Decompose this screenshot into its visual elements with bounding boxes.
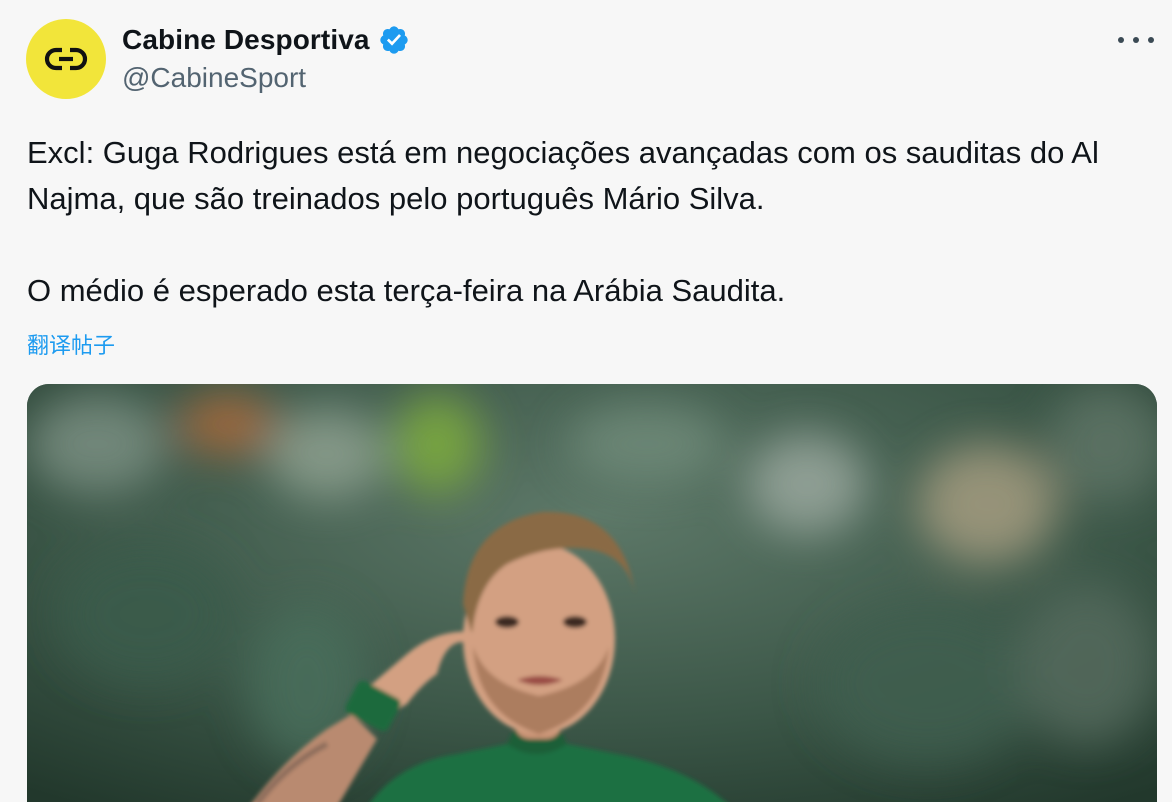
more-dot xyxy=(1148,37,1154,43)
more-options-icon[interactable] xyxy=(1118,28,1154,52)
display-name[interactable]: Cabine Desportiva xyxy=(122,24,370,56)
tweet-paragraph: O médio é esperado esta terça-feira na A… xyxy=(27,273,786,308)
more-dot xyxy=(1118,37,1124,43)
verified-badge-icon xyxy=(378,24,410,56)
avatar[interactable] xyxy=(26,19,106,99)
tweet-photo[interactable] xyxy=(27,384,1157,802)
author-handle[interactable]: @CabineSport xyxy=(122,62,306,94)
tweet-paragraph: Excl: Guga Rodrigues está em negociações… xyxy=(27,135,1099,216)
cabine-logo-icon xyxy=(44,47,88,71)
tweet-card: Cabine Desportiva @CabineSport Excl: Gug… xyxy=(0,0,1172,802)
translate-post-link[interactable]: 翻译帖子 xyxy=(27,328,115,360)
more-dot xyxy=(1133,37,1139,43)
author-name-row: Cabine Desportiva xyxy=(122,22,410,58)
tweet-text: Excl: Guga Rodrigues está em negociações… xyxy=(27,130,1147,314)
